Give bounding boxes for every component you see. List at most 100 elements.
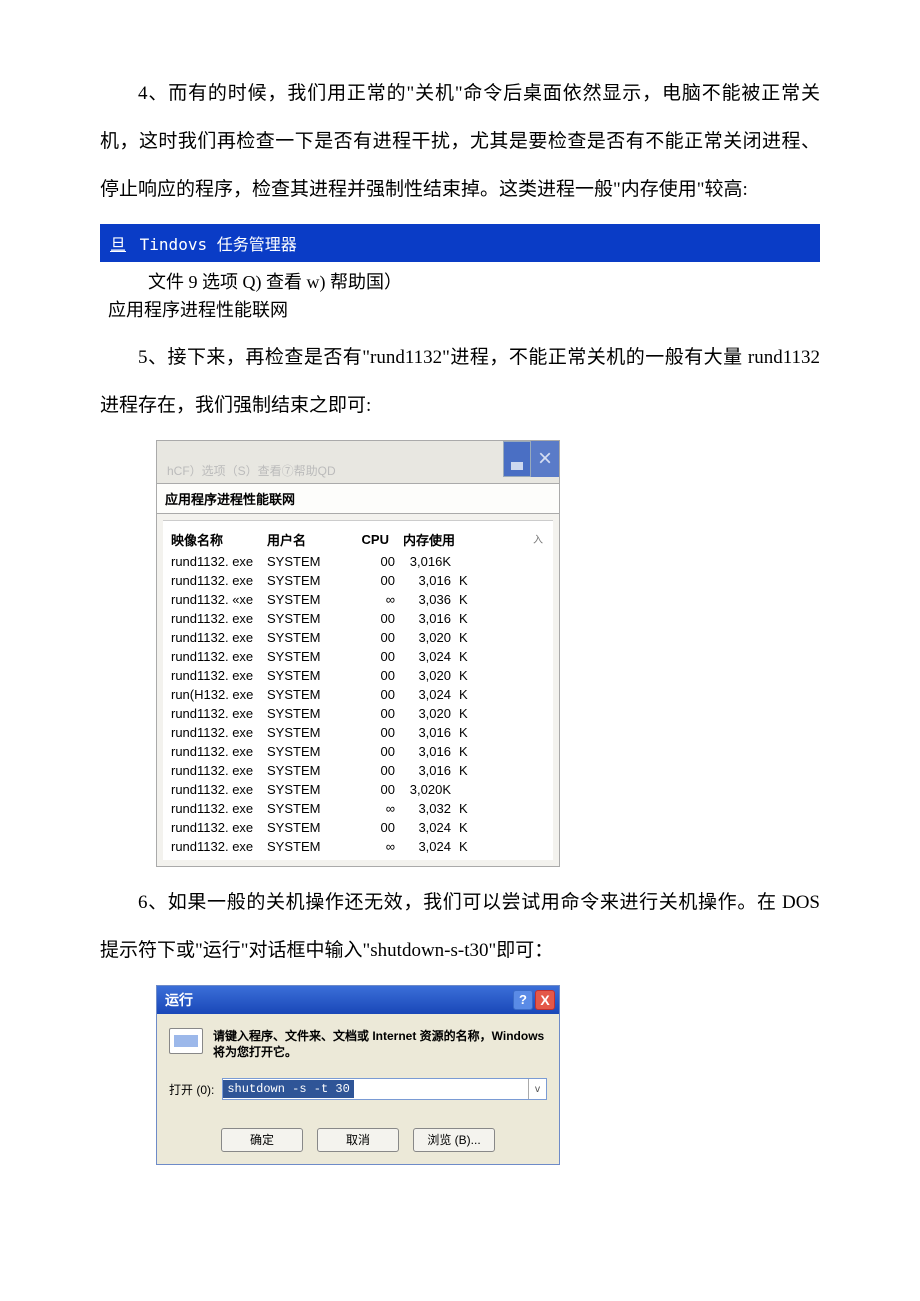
cell-mem-k: K: [455, 723, 549, 742]
taskmgr1-tabs[interactable]: 应用程序进程性能联网: [100, 296, 820, 334]
cell-image: rund1132. exe: [167, 628, 263, 647]
cancel-button[interactable]: 取消: [317, 1128, 399, 1152]
run-dialog: 运行 ? X 请键入程序、文件来、文档或 Internet 资源的名称，Wind…: [156, 985, 560, 1165]
cell-mem: 3,024: [399, 685, 455, 704]
minimize-icon[interactable]: [503, 441, 531, 477]
cell-cpu: 00: [343, 780, 399, 799]
cell-mem-k: K: [455, 761, 549, 780]
run-open-label: 打开 (0):: [169, 1081, 214, 1098]
cell-mem-k: K: [455, 647, 549, 666]
cell-cpu: 00: [343, 552, 399, 571]
cell-user: SYSTEM: [263, 723, 343, 742]
cell-image: rund1132. exe: [167, 761, 263, 780]
cell-mem: 3,016: [399, 609, 455, 628]
cell-image: rund1132. exe: [167, 647, 263, 666]
cell-user: SYSTEM: [263, 666, 343, 685]
cell-cpu: 00: [343, 742, 399, 761]
cell-mem-k: K: [455, 590, 549, 609]
paragraph-6: 6、如果一般的关机操作还无效，我们可以尝试用命令来进行关机操作。在 DOS 提示…: [100, 879, 820, 975]
close-icon[interactable]: X: [535, 990, 555, 1010]
cell-image: rund1132. exe: [167, 552, 263, 571]
run-app-icon: [169, 1028, 203, 1054]
cell-mem: 3,016K: [399, 552, 455, 571]
cell-mem: 3,016: [399, 742, 455, 761]
cell-image: rund1132. exe: [167, 704, 263, 723]
titlebar-icon-char: 旦: [110, 235, 126, 254]
cell-image: rund1132. exe: [167, 571, 263, 590]
run-description: 请键入程序、文件来、文档或 Internet 资源的名称，Windows 将为您…: [213, 1028, 547, 1060]
table-row[interactable]: rund1132. exeSYSTEM003,016K: [167, 742, 549, 761]
run-input[interactable]: shutdown -s -t 30 v: [222, 1078, 547, 1100]
cell-user: SYSTEM: [263, 837, 343, 856]
cell-cpu: 00: [343, 723, 399, 742]
table-row[interactable]: rund1132. «xeSYSTEM∞3,036K: [167, 590, 549, 609]
cell-mem-k: K: [455, 799, 549, 818]
run-input-value: shutdown -s -t 30: [223, 1080, 353, 1098]
window-buttons: ×: [503, 441, 559, 477]
cell-image: run(H132. exe: [167, 685, 263, 704]
table-row[interactable]: rund1132. exeSYSTEM003,020K: [167, 628, 549, 647]
table-row[interactable]: rund1132. exeSYSTEM003,024K: [167, 647, 549, 666]
table-row[interactable]: run(H132. exeSYSTEM003,024K: [167, 685, 549, 704]
cell-user: SYSTEM: [263, 761, 343, 780]
cell-user: SYSTEM: [263, 685, 343, 704]
cell-mem-k: K: [455, 685, 549, 704]
cell-mem: 3,020: [399, 666, 455, 685]
cell-user: SYSTEM: [263, 704, 343, 723]
chevron-down-icon[interactable]: v: [528, 1079, 546, 1099]
cell-cpu: 00: [343, 571, 399, 590]
close-icon[interactable]: ×: [531, 441, 559, 477]
taskmgr2-menubar[interactable]: hCF）选项（S）查看⑦帮助QD: [167, 462, 336, 479]
table-row[interactable]: rund1132. exeSYSTEM003,016K: [167, 723, 549, 742]
col-mem[interactable]: 内存使用: [399, 527, 549, 552]
table-row[interactable]: rund1132. exeSYSTEM∞3,032K: [167, 799, 549, 818]
taskmgr1-menubar[interactable]: 文件 9 选项 Q) 查看 w) 帮助国）: [100, 262, 820, 296]
cell-mem: 3,024: [399, 837, 455, 856]
browse-button[interactable]: 浏览 (B)...: [413, 1128, 495, 1152]
col-extra-char: 入: [533, 531, 543, 546]
taskmgr1-titlebar: 旦 Tindovs 任务管理器: [100, 224, 820, 262]
taskmgr1-title: Tindovs 任务管理器: [140, 235, 297, 254]
run-title-text: 运行: [165, 990, 193, 1010]
cell-mem-k: K: [455, 666, 549, 685]
table-row[interactable]: rund1132. exeSYSTEM003,016K: [167, 552, 549, 571]
col-user[interactable]: 用户名: [263, 527, 343, 552]
cell-mem: 3,016: [399, 761, 455, 780]
cell-mem-k: K: [455, 628, 549, 647]
cell-mem-k: K: [455, 571, 549, 590]
cell-cpu: 00: [343, 761, 399, 780]
table-row[interactable]: rund1132. exeSYSTEM003,020K: [167, 704, 549, 723]
cell-image: rund1132. exe: [167, 818, 263, 837]
cell-cpu: 00: [343, 609, 399, 628]
cell-cpu: 00: [343, 818, 399, 837]
help-icon[interactable]: ?: [513, 990, 533, 1010]
taskmgr2-titlebar: hCF）选项（S）查看⑦帮助QD ×: [157, 441, 559, 483]
cell-mem: 3,020: [399, 628, 455, 647]
cell-cpu: ∞: [343, 590, 399, 609]
cell-user: SYSTEM: [263, 780, 343, 799]
table-row[interactable]: rund1132. exeSYSTEM003,016K: [167, 609, 549, 628]
cell-mem-k: [455, 780, 549, 799]
table-row[interactable]: rund1132. exeSYSTEM∞3,024K: [167, 837, 549, 856]
col-image[interactable]: 映像名称: [167, 527, 263, 552]
table-row[interactable]: rund1132. exeSYSTEM003,016K: [167, 571, 549, 590]
cell-image: rund1132. exe: [167, 837, 263, 856]
ok-button[interactable]: 确定: [221, 1128, 303, 1152]
cell-user: SYSTEM: [263, 647, 343, 666]
cell-image: rund1132. exe: [167, 723, 263, 742]
table-row[interactable]: rund1132. exeSYSTEM003,024K: [167, 818, 549, 837]
run-titlebar: 运行 ? X: [157, 986, 559, 1014]
cell-cpu: 00: [343, 647, 399, 666]
table-row[interactable]: rund1132. exeSYSTEM003,016K: [167, 761, 549, 780]
cell-user: SYSTEM: [263, 742, 343, 761]
table-row[interactable]: rund1132. exeSYSTEM003,020K: [167, 780, 549, 799]
process-table: 映像名称 用户名 CPU 内存使用 rund1132. exeSYSTEM003…: [167, 527, 549, 856]
cell-image: rund1132. exe: [167, 799, 263, 818]
cell-user: SYSTEM: [263, 799, 343, 818]
taskmgr2-tabs[interactable]: 应用程序进程性能联网: [157, 483, 559, 514]
col-cpu[interactable]: CPU: [343, 527, 399, 552]
cell-mem-k: K: [455, 742, 549, 761]
cell-cpu: 00: [343, 628, 399, 647]
cell-image: rund1132. exe: [167, 666, 263, 685]
table-row[interactable]: rund1132. exeSYSTEM003,020K: [167, 666, 549, 685]
